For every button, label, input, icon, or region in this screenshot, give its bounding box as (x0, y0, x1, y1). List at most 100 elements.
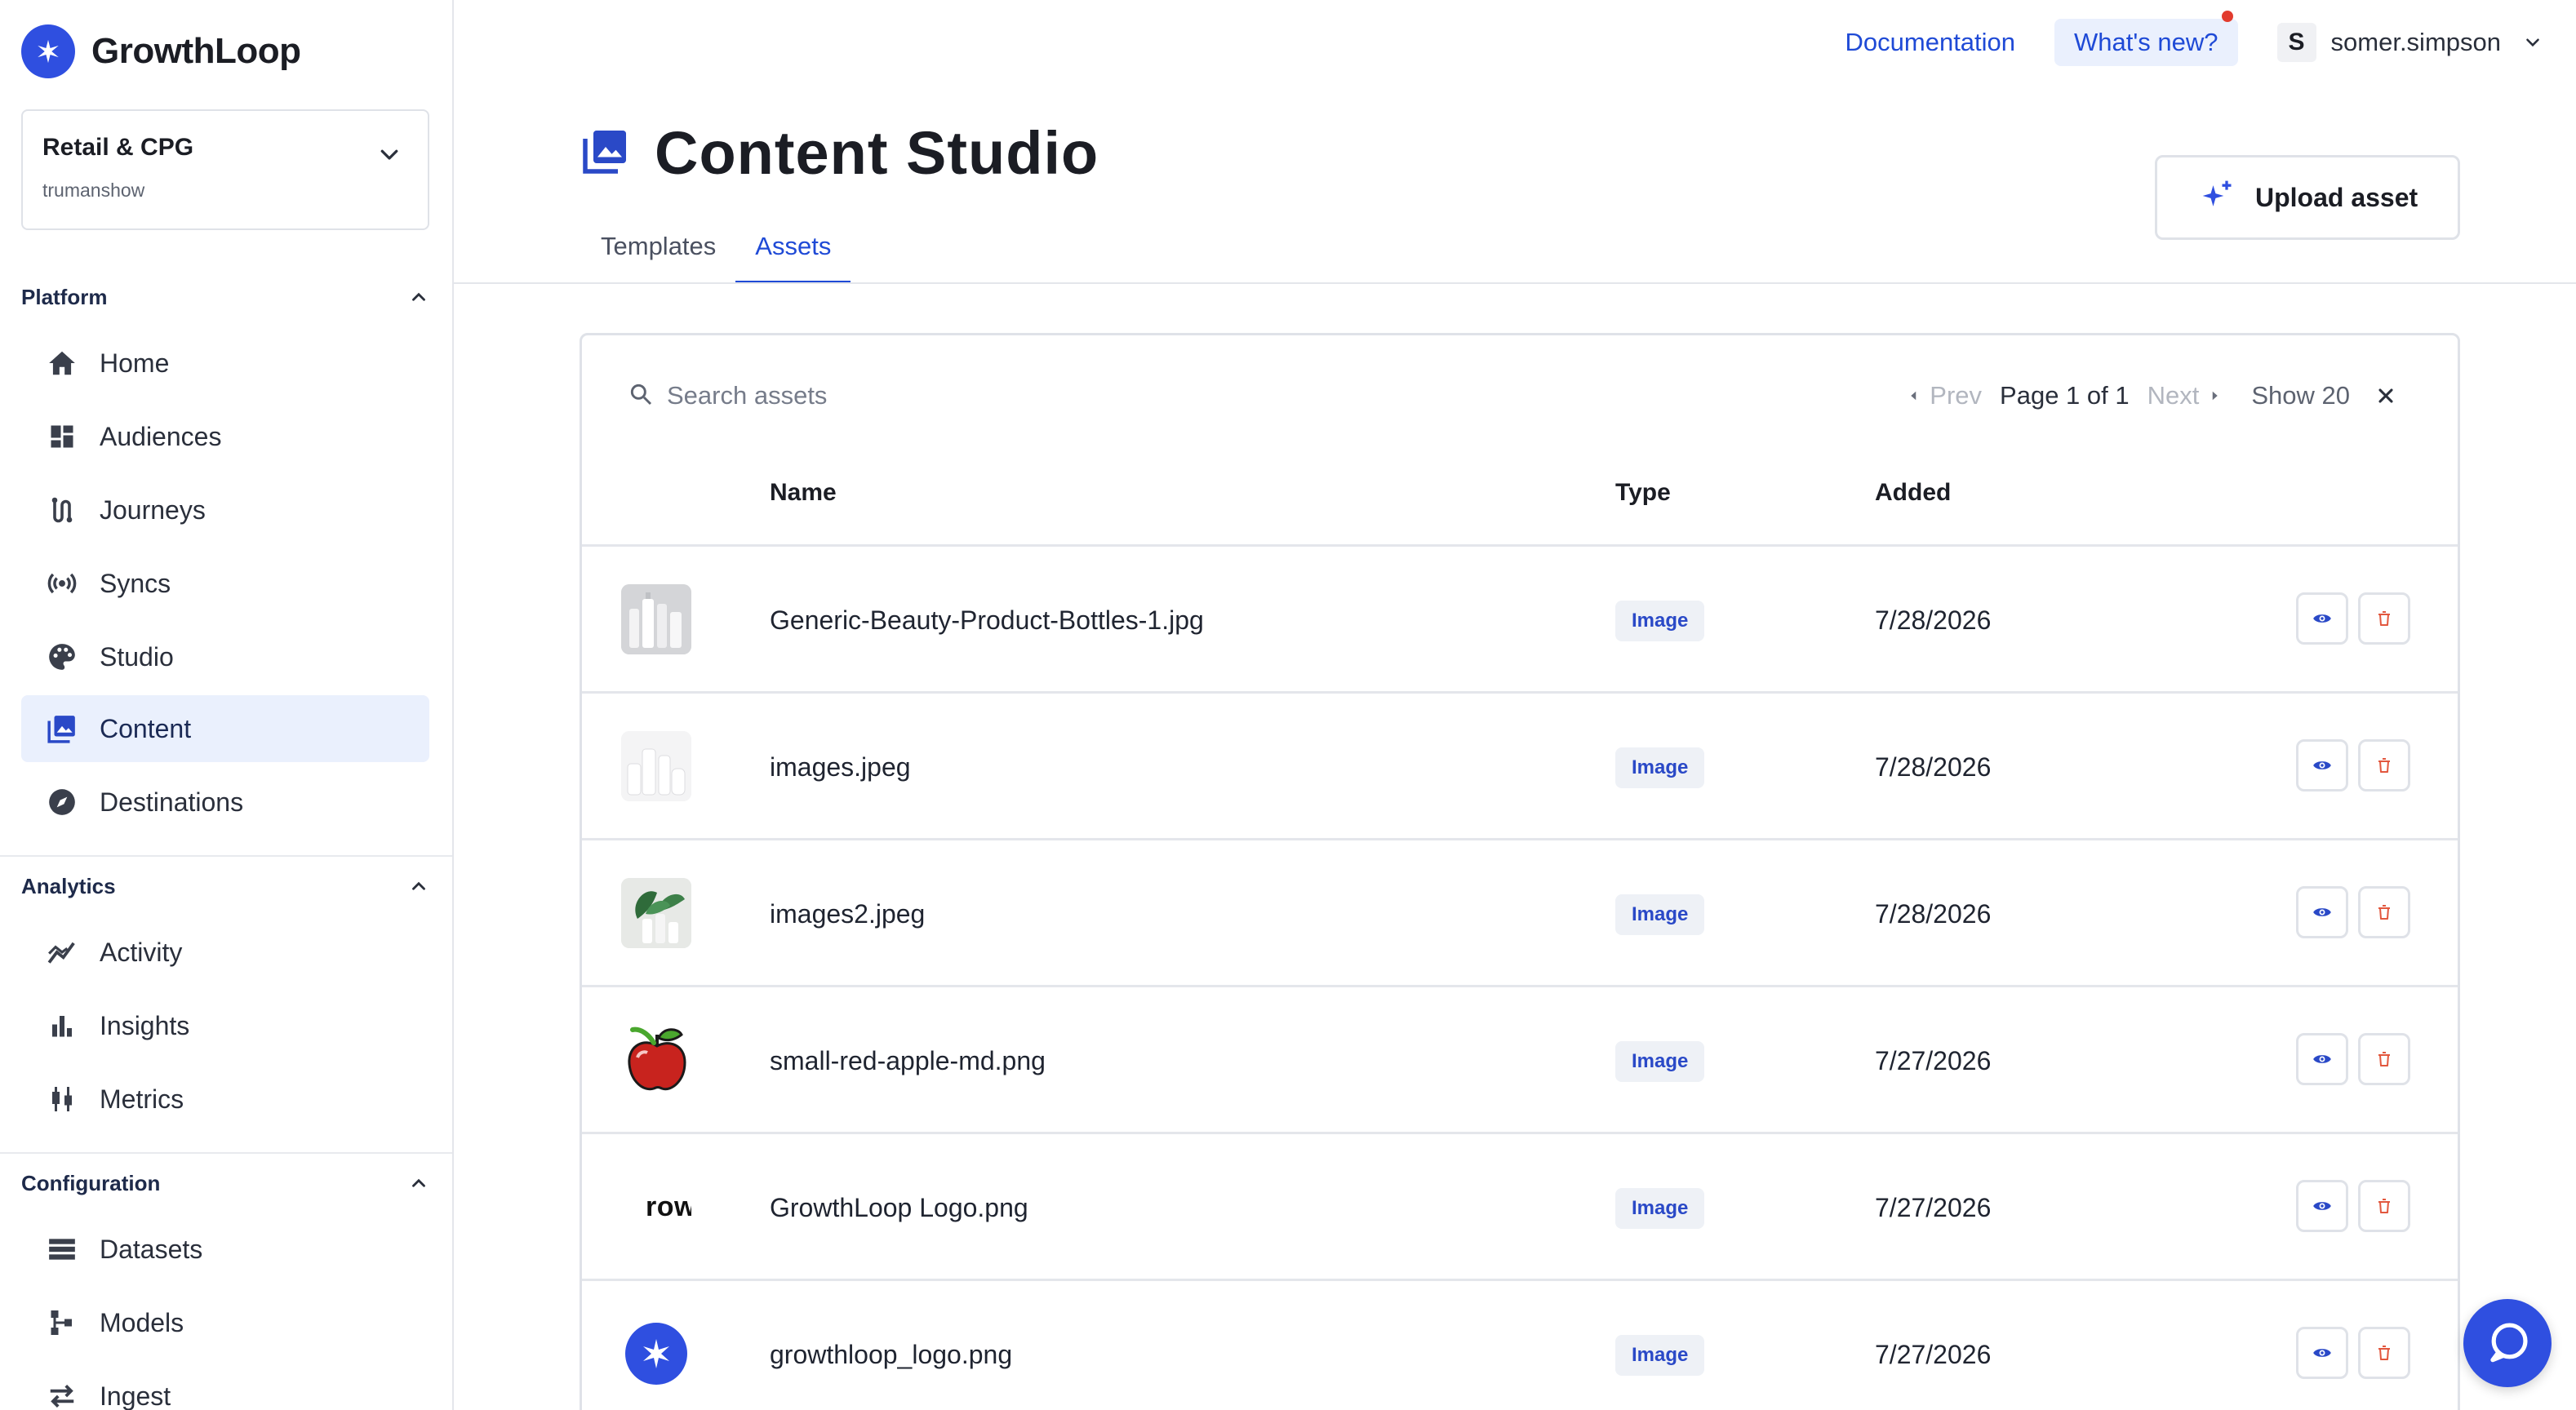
chat-launcher-button[interactable] (2463, 1299, 2552, 1387)
delete-button[interactable] (2358, 886, 2410, 938)
palette-icon (44, 639, 80, 675)
section-title: Configuration (21, 1170, 161, 1195)
table-row[interactable]: images.jpeg Image 7/28/2026 (582, 694, 2458, 840)
bar-chart-icon (44, 1008, 80, 1044)
divider (0, 855, 452, 857)
asset-thumbnail (621, 584, 691, 654)
user-name: somer.simpson (2330, 28, 2501, 56)
user-menu[interactable]: S somer.simpson (2276, 23, 2543, 62)
sidebar-item-journeys[interactable]: Journeys (21, 477, 429, 543)
added-date: 7/27/2026 (1875, 1192, 1992, 1222)
image-icon (44, 711, 80, 747)
view-button[interactable] (2296, 1033, 2348, 1085)
column-added[interactable]: Added (1875, 458, 1951, 528)
view-button[interactable] (2296, 1180, 2348, 1232)
view-button[interactable] (2296, 886, 2348, 938)
brand[interactable]: GrowthLoop (21, 24, 301, 78)
sidebar-item-metrics[interactable]: Metrics (21, 1066, 429, 1133)
candlestick-icon (44, 1081, 80, 1117)
sidebar: GrowthLoop Retail & CPG trumanshow Platf… (0, 0, 454, 1410)
prev-label: Prev (1930, 381, 1983, 410)
section-platform-header[interactable]: Platform (21, 281, 429, 313)
type-badge: Image (1615, 1335, 1705, 1376)
sidebar-item-home[interactable]: Home (21, 330, 429, 397)
sidebar-item-activity[interactable]: Activity (21, 919, 429, 986)
delete-button[interactable] (2358, 1327, 2410, 1379)
sidebar-item-content[interactable]: Content (21, 695, 429, 762)
page-header: Content Studio (581, 116, 1099, 189)
sidebar-item-datasets[interactable]: Datasets (21, 1216, 429, 1283)
growthloop-logo-icon (21, 24, 75, 78)
eye-icon (2313, 614, 2331, 623)
search-bar (628, 376, 1157, 415)
sidebar-item-models[interactable]: Models (21, 1289, 429, 1356)
column-type[interactable]: Type (1615, 458, 1671, 528)
prev-page-button[interactable]: Prev (1907, 381, 1982, 410)
table-row[interactable]: images2.jpeg Image 7/28/2026 (582, 840, 2458, 987)
trash-icon (2378, 1052, 2390, 1066)
sidebar-item-studio[interactable]: Studio (21, 623, 429, 690)
chevron-down-icon (2526, 38, 2539, 47)
sidebar-item-label: Studio (100, 641, 174, 672)
delete-button[interactable] (2358, 1033, 2410, 1085)
eye-icon (2313, 1055, 2331, 1063)
tab-templates[interactable]: Templates (581, 222, 735, 284)
asset-name[interactable]: small-red-apple-md.png (770, 987, 1046, 1134)
next-page-button[interactable]: Next (2147, 381, 2223, 410)
page-size-select[interactable]: Show 20 (2251, 381, 2350, 410)
sidebar-item-insights[interactable]: Insights (21, 992, 429, 1059)
whats-new-button[interactable]: What's new? (2054, 11, 2238, 66)
section-configuration-header[interactable]: Configuration (21, 1167, 429, 1199)
section-analytics-header[interactable]: Analytics (21, 870, 429, 902)
pagination: Prev Page 1 of 1 Next Show 20 (1907, 376, 2397, 415)
asset-thumbnail (621, 1319, 691, 1389)
added-date: 7/28/2026 (1875, 752, 1992, 782)
sidebar-item-label: Datasets (100, 1234, 203, 1264)
chevron-up-icon (412, 292, 425, 301)
asset-thumbnail (621, 731, 691, 801)
tree-icon (44, 1305, 80, 1341)
table-row[interactable]: Generic-Beauty-Product-Bottles-1.jpg Ima… (582, 547, 2458, 694)
type-badge: Image (1615, 1041, 1705, 1082)
delete-button[interactable] (2358, 592, 2410, 645)
sidebar-item-ingest[interactable]: Ingest (21, 1363, 429, 1410)
view-button[interactable] (2296, 592, 2348, 645)
sidebar-item-destinations[interactable]: Destinations (21, 769, 429, 836)
table-row[interactable]: rowtl GrowthLoop Logo.png Image 7/27/202… (582, 1134, 2458, 1281)
search-input[interactable] (667, 381, 1157, 410)
list-icon (44, 1231, 80, 1267)
route-icon (44, 492, 80, 528)
workspace-selector[interactable]: Retail & CPG trumanshow (21, 109, 429, 230)
close-icon[interactable] (2374, 384, 2397, 407)
sidebar-item-audiences[interactable]: Audiences (21, 403, 429, 470)
added-date: 7/28/2026 (1875, 898, 1992, 929)
documentation-link[interactable]: Documentation (1845, 28, 2016, 57)
type-badge: Image (1615, 1188, 1705, 1229)
chevron-up-icon (412, 1178, 425, 1187)
asset-name[interactable]: images2.jpeg (770, 840, 925, 987)
view-button[interactable] (2296, 1327, 2348, 1379)
asset-name[interactable]: images.jpeg (770, 694, 911, 840)
delete-button[interactable] (2358, 1180, 2410, 1232)
sidebar-item-label: Models (100, 1307, 184, 1337)
table-row[interactable]: small-red-apple-md.png Image 7/27/2026 (582, 987, 2458, 1134)
avatar: S (2276, 23, 2316, 62)
tab-assets[interactable]: Assets (735, 222, 851, 284)
view-button[interactable] (2296, 739, 2348, 791)
delete-button[interactable] (2358, 739, 2410, 791)
asset-name[interactable]: Generic-Beauty-Product-Bottles-1.jpg (770, 547, 1204, 694)
asset-name[interactable]: GrowthLoop Logo.png (770, 1134, 1028, 1281)
type-badge: Image (1615, 747, 1705, 788)
tab-bar: Templates Assets (581, 222, 851, 284)
assets-table-card: Prev Page 1 of 1 Next Show 20 Name Type … (580, 333, 2460, 1410)
type-badge: Image (1615, 601, 1705, 641)
compass-icon (44, 784, 80, 820)
column-name[interactable]: Name (770, 458, 837, 528)
swap-icon (44, 1378, 80, 1410)
sidebar-item-syncs[interactable]: Syncs (21, 550, 429, 617)
section-title: Platform (21, 284, 108, 309)
table-row[interactable]: growthloop_logo.png Image 7/27/2026 (582, 1281, 2458, 1410)
eye-icon (2313, 1349, 2331, 1357)
upload-asset-button[interactable]: Upload asset (2155, 155, 2460, 240)
asset-name[interactable]: growthloop_logo.png (770, 1281, 1012, 1410)
